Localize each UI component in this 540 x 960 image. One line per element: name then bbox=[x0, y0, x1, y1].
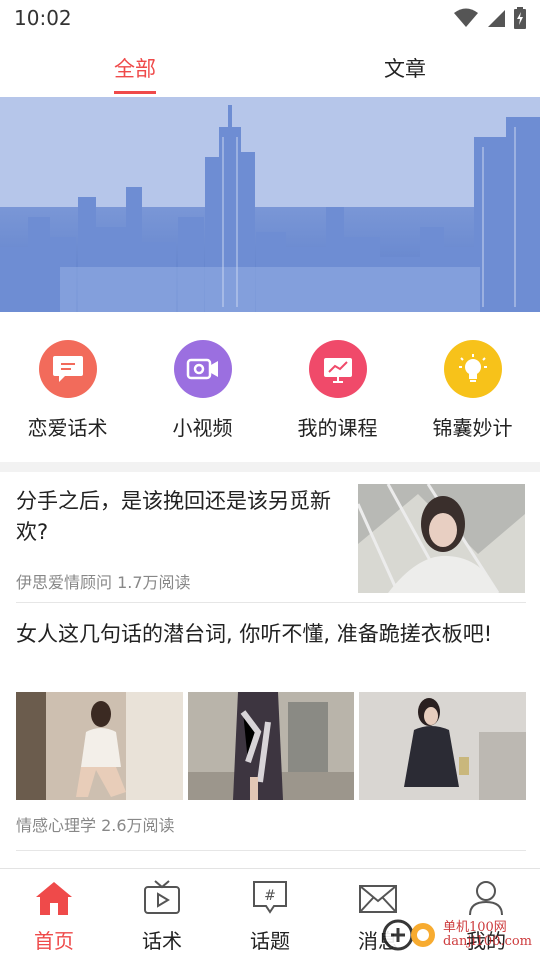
article-reads: 2.6万阅读 bbox=[101, 816, 175, 835]
category-my-courses[interactable]: 我的课程 bbox=[270, 330, 405, 450]
section-divider bbox=[0, 462, 540, 472]
category-tips[interactable]: 锦囊妙计 bbox=[405, 330, 540, 450]
nav-label: 首页 bbox=[34, 929, 74, 953]
tv-icon bbox=[144, 880, 180, 914]
article-card[interactable]: 分手之后，是该挽回还是该另觅新欢? 伊思爱情顾问 1.7万阅读 bbox=[16, 484, 526, 600]
course-board-icon bbox=[308, 340, 367, 398]
tab-all[interactable]: 全部 bbox=[0, 40, 270, 96]
article-meta: 伊思爱情顾问 1.7万阅读 bbox=[16, 569, 191, 593]
nav-scripts[interactable]: 话术 bbox=[108, 869, 216, 960]
category-row: 恋爱话术 小视频 我的课程 锦囊妙计 bbox=[0, 330, 540, 450]
article-reads: 1.7万阅读 bbox=[117, 573, 191, 592]
article-image bbox=[16, 692, 183, 800]
home-icon bbox=[36, 882, 72, 915]
battery-icon bbox=[514, 7, 526, 29]
category-love-talk[interactable]: 恋爱话术 bbox=[0, 330, 135, 450]
category-label: 我的课程 bbox=[297, 416, 378, 440]
woman-white-dress-image bbox=[16, 692, 183, 800]
mail-icon bbox=[359, 885, 397, 913]
chat-bubble-icon bbox=[38, 340, 97, 398]
tab-articles[interactable]: 文章 bbox=[270, 40, 540, 96]
article-card[interactable]: 女人这几句话的潜台词, 你听不懂, 准备跪搓衣板吧! 情感心理学 2.6万阅读 bbox=[16, 619, 527, 849]
woman-floral-dress-image bbox=[187, 692, 355, 800]
top-tabs: 全部 文章 bbox=[0, 40, 540, 96]
signal-icon bbox=[488, 10, 505, 27]
article-image bbox=[187, 692, 355, 800]
article-thumbnail bbox=[358, 484, 525, 593]
video-camera-icon bbox=[173, 340, 232, 398]
watermark-logo: 单机100网 danji100.com bbox=[381, 918, 532, 952]
nav-label: 话术 bbox=[142, 929, 182, 953]
category-short-video[interactable]: 小视频 bbox=[135, 330, 270, 450]
lightbulb-icon bbox=[443, 340, 502, 398]
nav-home[interactable]: 首页 bbox=[0, 869, 108, 960]
article-source: 情感心理学 bbox=[16, 816, 97, 835]
nav-label: 话题 bbox=[250, 929, 290, 953]
city-skyline-image bbox=[0, 97, 540, 312]
user-icon bbox=[469, 881, 503, 916]
svg-text:#: # bbox=[264, 888, 276, 904]
status-time: 10:02 bbox=[14, 6, 72, 30]
article-image-row bbox=[16, 692, 527, 800]
article-title: 分手之后，是该挽回还是该另觅新欢? bbox=[16, 489, 331, 544]
article-image bbox=[359, 692, 527, 800]
article-separator bbox=[16, 602, 526, 603]
hashtag-bubble-icon: # bbox=[253, 881, 287, 914]
status-bar: 10:02 bbox=[0, 0, 540, 36]
article-source: 伊思爱情顾问 bbox=[16, 573, 113, 592]
article-title: 女人这几句话的潜台词, 你听不懂, 准备跪搓衣板吧! bbox=[16, 622, 493, 646]
woman-black-dress-image bbox=[359, 692, 527, 800]
category-label: 锦囊妙计 bbox=[432, 416, 513, 440]
article-separator bbox=[16, 850, 526, 851]
category-label: 恋爱话术 bbox=[27, 416, 108, 440]
wifi-icon bbox=[454, 8, 478, 27]
danji-logo-icon bbox=[382, 919, 435, 951]
woman-portrait-image bbox=[358, 484, 525, 593]
city-banner[interactable] bbox=[0, 97, 540, 312]
nav-topics[interactable]: # 话题 bbox=[216, 869, 324, 960]
article-meta: 情感心理学 2.6万阅读 bbox=[16, 812, 175, 836]
status-icons bbox=[454, 7, 526, 29]
category-label: 小视频 bbox=[172, 416, 233, 440]
watermark-text: 单机100网 danji100.com bbox=[442, 920, 532, 949]
